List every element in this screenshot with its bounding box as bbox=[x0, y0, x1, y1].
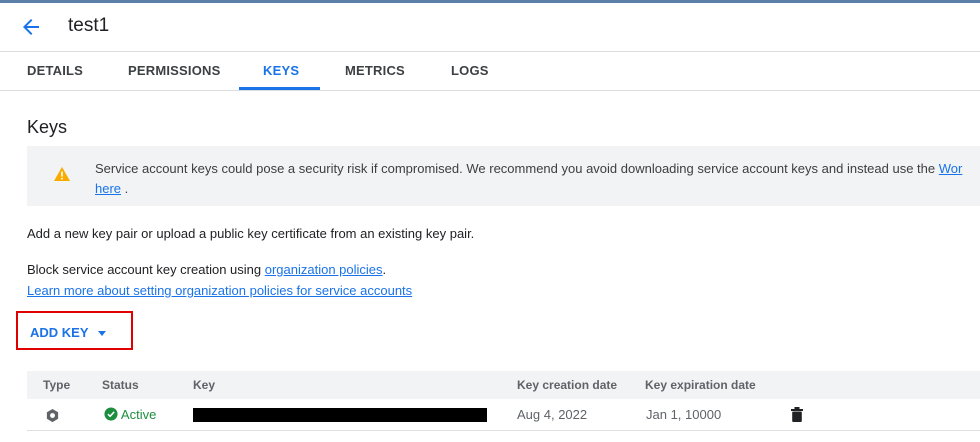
block-text: Block service account key creation using bbox=[27, 262, 265, 277]
security-warning-banner: Service account keys could pose a securi… bbox=[27, 146, 980, 206]
warning-here-link[interactable]: here bbox=[95, 181, 121, 196]
tab-keys[interactable]: KEYS bbox=[263, 52, 299, 90]
warning-suffix: . bbox=[121, 181, 129, 196]
block-creation-text: Block service account key creation using… bbox=[27, 262, 386, 277]
warning-icon bbox=[54, 167, 70, 181]
tab-permissions[interactable]: PERMISSIONS bbox=[128, 52, 221, 90]
add-key-label: ADD KEY bbox=[30, 325, 89, 340]
learn-more-row: Learn more about setting organization po… bbox=[27, 283, 412, 298]
col-status: Status bbox=[102, 378, 139, 392]
keys-table-header: Type Status Key Key creation date Key ex… bbox=[27, 371, 980, 399]
learn-more-link[interactable]: Learn more about setting organization po… bbox=[27, 283, 412, 298]
status-cell: Active bbox=[104, 400, 156, 430]
col-creation-date[interactable]: Key creation date bbox=[517, 371, 617, 399]
tab-metrics[interactable]: METRICS bbox=[345, 52, 405, 90]
page-header: test1 bbox=[0, 3, 980, 51]
check-circle-icon bbox=[104, 407, 118, 421]
block-suffix: . bbox=[382, 262, 387, 277]
creation-date-cell: Aug 4, 2022 bbox=[517, 407, 588, 422]
dropdown-caret-icon bbox=[97, 331, 106, 337]
tab-details[interactable]: DETAILS bbox=[27, 52, 83, 90]
table-row: Active Aug 4, 2022 Jan 1, 10000 bbox=[27, 400, 980, 431]
col-expiration-date[interactable]: Key expiration date bbox=[645, 371, 756, 399]
add-key-intro: Add a new key pair or upload a public ke… bbox=[27, 226, 475, 241]
status-text: Active bbox=[120, 407, 157, 422]
organization-policies-link[interactable]: organization policies bbox=[265, 262, 383, 277]
col-key: Key bbox=[193, 378, 216, 392]
warning-message: Service account keys could pose a securi… bbox=[95, 159, 962, 199]
add-key-button[interactable]: ADD KEY bbox=[30, 319, 106, 347]
warning-text: Service account keys could pose a securi… bbox=[95, 161, 939, 176]
col-type: Type bbox=[43, 378, 71, 392]
delete-icon[interactable] bbox=[791, 407, 803, 422]
section-heading: Keys bbox=[27, 117, 68, 137]
tab-bar: DETAILS PERMISSIONS KEYS METRICS LOGS bbox=[0, 51, 980, 91]
back-arrow-icon[interactable] bbox=[18, 15, 44, 39]
tab-logs[interactable]: LOGS bbox=[451, 52, 489, 90]
page-title: test1 bbox=[68, 15, 110, 36]
active-tab-indicator bbox=[239, 87, 320, 90]
workload-identity-link[interactable]: Wor bbox=[939, 161, 963, 176]
redacted-key-id bbox=[193, 408, 487, 422]
expiration-date-cell: Jan 1, 10000 bbox=[646, 407, 722, 422]
key-type-icon bbox=[46, 408, 59, 423]
